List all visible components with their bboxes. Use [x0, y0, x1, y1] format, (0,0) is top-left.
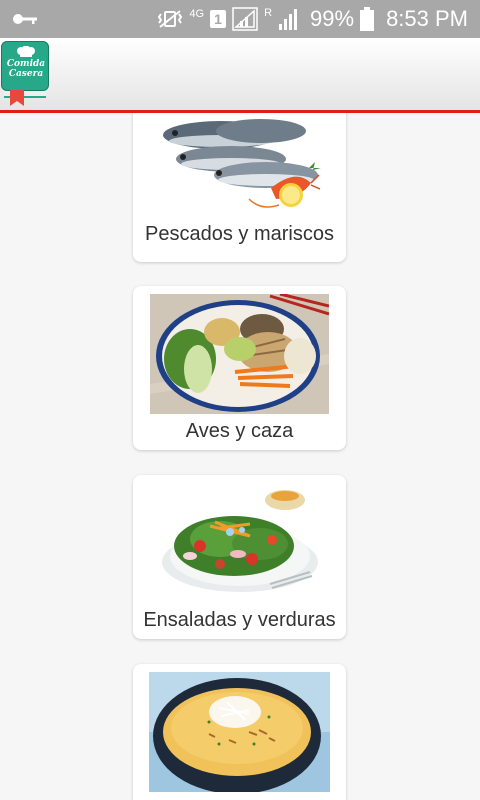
- category-card-ensaladas[interactable]: Ensaladas y verduras: [133, 475, 346, 639]
- signal-strength-icon: [279, 9, 298, 30]
- logo-text: Comida Casera: [6, 59, 46, 79]
- category-label: Aves y caza: [185, 420, 294, 442]
- battery-percent: 99%: [310, 6, 355, 31]
- sim-badge: 1: [210, 10, 227, 28]
- logo-box: Comida Casera: [1, 41, 49, 91]
- battery-icon: [360, 7, 375, 31]
- signal-icon: [232, 7, 258, 31]
- poultry-bowl-photo: [150, 294, 329, 414]
- soup-bowl-photo: [149, 672, 330, 792]
- category-card-pescados[interactable]: Pescados y mariscos: [133, 113, 346, 262]
- salad-photo: [160, 484, 320, 604]
- chef-hat-icon: [17, 46, 35, 57]
- clock: 8:53 PM: [386, 6, 468, 31]
- app-logo[interactable]: Comida Casera: [0, 40, 50, 108]
- app-bar: [0, 38, 480, 110]
- vibrate-icon: [158, 10, 183, 28]
- status-bar: 4G 1 R 99% 8:53 PM: [0, 0, 480, 38]
- category-card-aves[interactable]: Aves y caza: [133, 286, 346, 450]
- category-list[interactable]: Pescados y mariscos Aves y caza Ensalada…: [0, 113, 480, 800]
- roaming-label: R: [264, 7, 273, 19]
- category-label: Pescados y mariscos: [145, 223, 334, 245]
- key-icon: [13, 14, 37, 24]
- category-label: Ensaladas y verduras: [143, 609, 336, 631]
- status-icons: 4G 1 R 99% 8:53 PM: [157, 0, 468, 38]
- fish-seafood-photo: [161, 113, 321, 213]
- network-type-label: 4G: [189, 8, 205, 20]
- category-card-sopas[interactable]: [133, 664, 346, 800]
- bookmark-icon: [10, 90, 24, 106]
